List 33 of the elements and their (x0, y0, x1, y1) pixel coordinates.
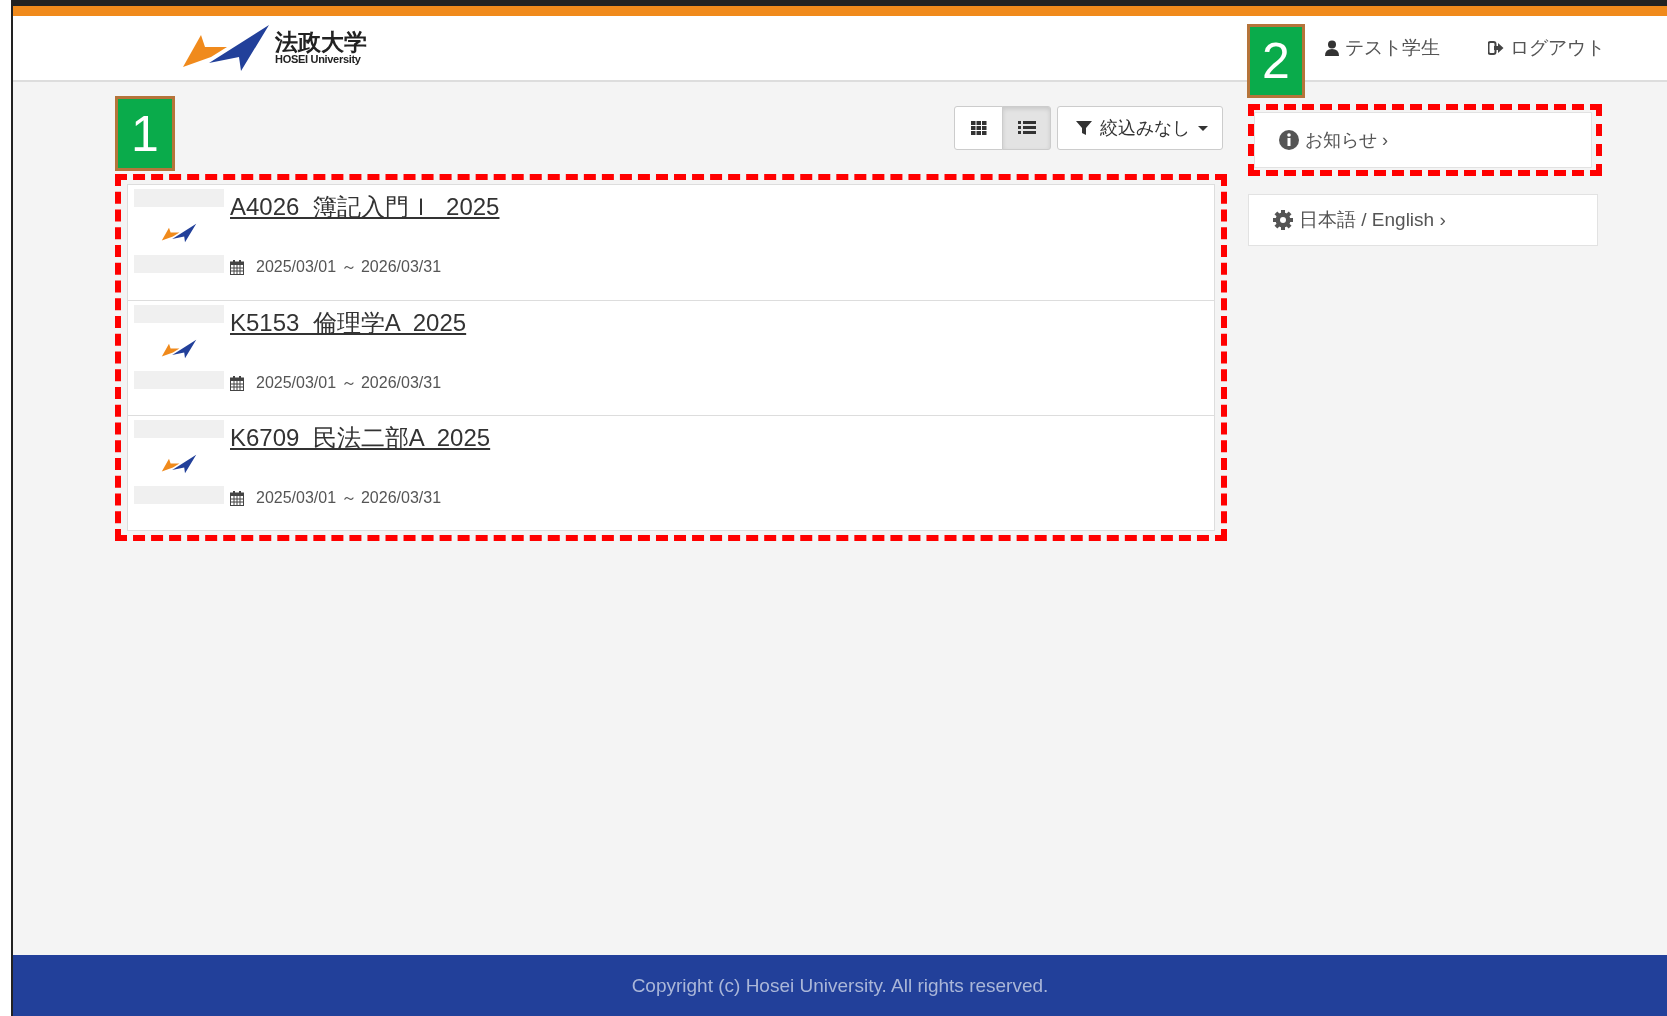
notice-link[interactable]: お知らせ › (1254, 112, 1592, 168)
logo-icon (161, 339, 197, 359)
grid-view-button[interactable] (954, 106, 1003, 150)
course-period: 2025/03/01 ～ 2026/03/31 (256, 488, 442, 508)
calendar-icon (230, 376, 244, 391)
logo-icon (161, 223, 197, 243)
calendar-icon (230, 491, 244, 506)
info-icon (1279, 130, 1299, 150)
grid-icon (970, 121, 987, 135)
logo-icon (161, 454, 197, 474)
filter-icon (1076, 120, 1092, 136)
list-icon (1017, 120, 1036, 136)
logo-subtext: HOSEI University (275, 54, 361, 65)
language-link[interactable]: 日本語 / English › (1248, 194, 1598, 246)
step-badge: 1 (115, 96, 175, 171)
calendar-icon (230, 260, 244, 275)
filter-dropdown[interactable]: 絞込みなし (1057, 106, 1223, 150)
copyright-text: Copyright (c) Hosei University. All rights reserved. (631, 974, 1049, 997)
logo-icon (181, 23, 271, 73)
course-period: 2025/03/01 ～ 2026/03/31 (256, 257, 442, 277)
course-title-link[interactable]: K6709 民法二部A 2025 (230, 422, 491, 488)
step-badge: 2 (1247, 24, 1305, 98)
user-icon (1325, 40, 1339, 56)
logout-icon (1488, 41, 1504, 55)
logo-text: 法政大学 (275, 31, 367, 54)
user-link[interactable]: テスト学生 (1325, 35, 1440, 61)
list-view-button[interactable] (1002, 106, 1051, 150)
settings-icon (1273, 210, 1293, 230)
course-period: 2025/03/01 ～ 2026/03/31 (256, 373, 442, 393)
course-title-link[interactable]: A4026 簿記入門Ｉ 2025 (230, 191, 500, 257)
caret-icon (1198, 125, 1208, 131)
logout-link[interactable]: ログアウト (1488, 35, 1605, 61)
course-title-link[interactable]: K5153 倫理学A 2025 (230, 307, 467, 373)
